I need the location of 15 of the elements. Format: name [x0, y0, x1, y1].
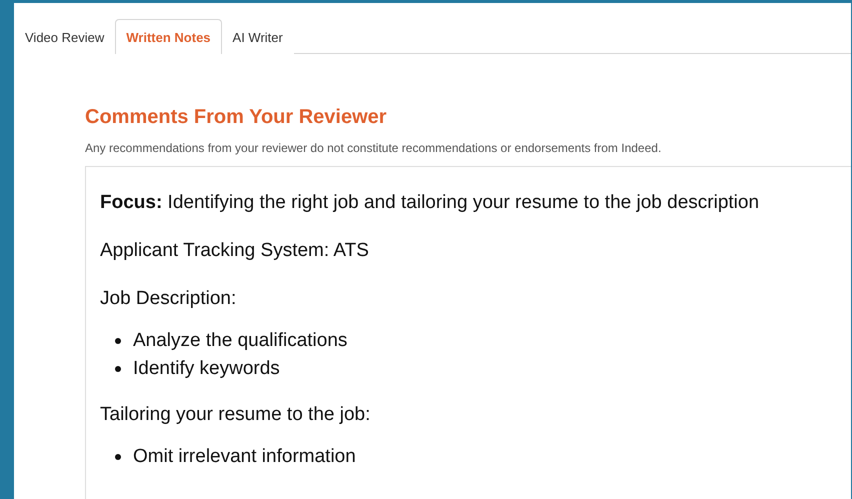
list-item: Identify keywords: [133, 357, 280, 381]
bullet-icon: [115, 338, 121, 344]
note-paragraph: Job Description:: [100, 287, 238, 311]
bullet-icon: [115, 366, 121, 372]
bullet-icon: [115, 454, 121, 460]
tab[interactable]: AI Writer: [222, 20, 294, 54]
tab[interactable]: Written Notes: [115, 19, 222, 54]
note-paragraph: Tailoring your resume to the job:: [100, 403, 372, 427]
list-item: Omit irrelevant information: [133, 445, 356, 469]
tab[interactable]: Video Review: [14, 20, 116, 54]
section-title: Comments From Your Reviewer: [85, 106, 388, 129]
disclaimer-text: Any recommendations from your reviewer do not constitute recommendations or endorsements from Indeed.: [85, 141, 662, 155]
list-item: Analyze the qualifications: [133, 329, 348, 353]
note-paragraph: Applicant Tracking System: ATS: [100, 239, 370, 263]
note-paragraph: Focus: Identifying the right job and tailoring your resume to the job description: [100, 191, 760, 215]
